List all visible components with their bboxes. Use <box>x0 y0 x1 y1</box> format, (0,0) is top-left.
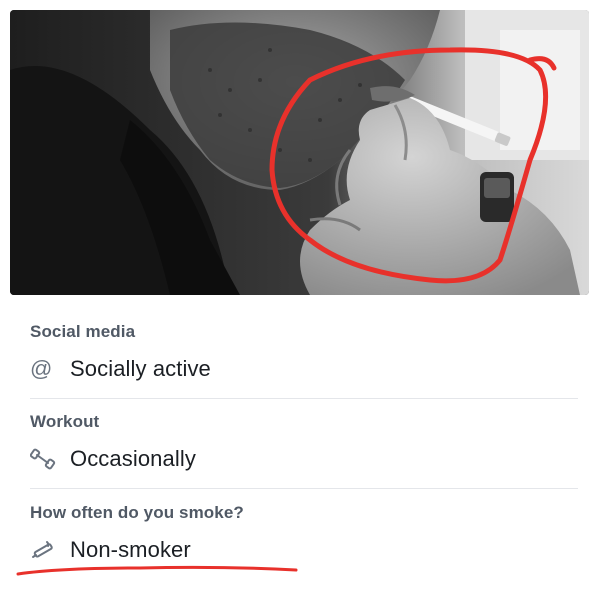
smoking-value: Non-smoker <box>70 537 191 562</box>
photo-image <box>10 10 589 295</box>
smoking-section: How often do you smoke? Non-smoker <box>30 503 578 563</box>
divider <box>30 488 578 489</box>
dumbbell-icon <box>30 446 58 472</box>
smoking-title: How often do you smoke? <box>30 503 244 522</box>
workout-value: Occasionally <box>70 446 196 471</box>
social-media-value: Socially active <box>70 356 211 381</box>
at-sign-icon: @ <box>30 356 58 382</box>
cigarette-icon <box>30 537 58 563</box>
divider <box>30 398 578 399</box>
smoking-row: Non-smoker <box>30 537 578 563</box>
profile-photo[interactable] <box>10 10 589 295</box>
workout-row: Occasionally <box>30 446 578 472</box>
social-media-title: Social media <box>30 322 136 341</box>
workout-title: Workout <box>30 412 100 431</box>
svg-text:@: @ <box>30 357 52 381</box>
social-media-row: @ Socially active <box>30 356 578 382</box>
social-media-section: Social media @ Socially active <box>30 322 578 382</box>
workout-section: Workout Occasionally <box>30 412 578 472</box>
